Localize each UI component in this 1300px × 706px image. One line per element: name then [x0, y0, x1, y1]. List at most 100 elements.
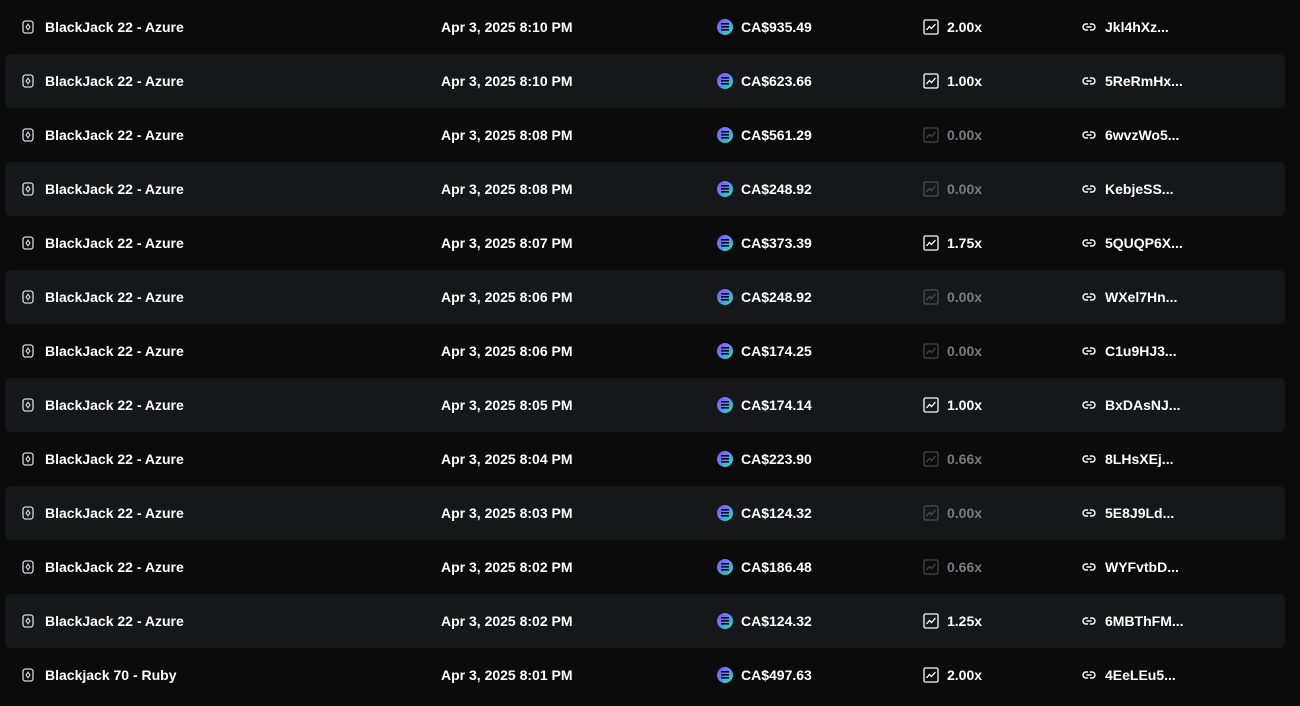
- bet-hash-link[interactable]: 4EeLEu5...: [1105, 667, 1176, 683]
- table-row[interactable]: BlackJack 22 - Azure Apr 3, 2025 8:06 PM C…: [5, 324, 1285, 378]
- link-icon: [1081, 73, 1097, 89]
- date-cell: Apr 3, 2025 8:01 PM: [441, 648, 573, 702]
- game-name: BlackJack 22 - Azure: [45, 73, 184, 89]
- hash-cell[interactable]: 5QUQP6X...: [1081, 216, 1183, 270]
- table-row[interactable]: BlackJack 22 - Azure Apr 3, 2025 8:05 PM C…: [5, 378, 1285, 432]
- bet-amount: CA$174.25: [741, 343, 812, 359]
- amount-cell: CA$497.63: [717, 648, 812, 702]
- chart-trend-icon: [923, 235, 939, 251]
- multiplier-value: 1.00x: [947, 397, 983, 413]
- table-row[interactable]: BlackJack 22 - Azure Apr 3, 2025 8:08 PM C…: [5, 108, 1285, 162]
- hash-cell[interactable]: 6MBThFM...: [1081, 594, 1184, 648]
- table-row[interactable]: Blackjack 70 - Ruby Apr 3, 2025 8:01 PM CA…: [5, 648, 1285, 702]
- hash-cell[interactable]: BxDAsNJ...: [1081, 378, 1180, 432]
- hash-cell[interactable]: Jkl4hXz...: [1081, 0, 1169, 54]
- bet-amount: CA$248.92: [741, 181, 812, 197]
- bet-hash-link[interactable]: 6MBThFM...: [1105, 613, 1184, 629]
- hash-cell[interactable]: 5E8J9Ld...: [1081, 486, 1174, 540]
- link-icon: [1081, 613, 1097, 629]
- bet-date: Apr 3, 2025 8:03 PM: [441, 505, 573, 521]
- game-card-icon: [21, 74, 35, 88]
- table-row[interactable]: BlackJack 22 - Azure Apr 3, 2025 8:06 PM C…: [5, 270, 1285, 324]
- multiplier-value: 1.25x: [947, 613, 983, 629]
- multiplier-value: 2.00x: [947, 19, 983, 35]
- bet-amount: CA$935.49: [741, 19, 812, 35]
- game-cell[interactable]: BlackJack 22 - Azure: [21, 432, 184, 486]
- multiplier-cell: 2.00x: [923, 0, 982, 54]
- table-row[interactable]: BlackJack 22 - Azure Apr 3, 2025 8:10 PM C…: [5, 54, 1285, 108]
- bet-amount: CA$248.92: [741, 289, 812, 305]
- chart-trend-icon: [923, 397, 939, 413]
- amount-cell: CA$174.14: [717, 378, 812, 432]
- hash-cell[interactable]: C1u9HJ3...: [1081, 324, 1177, 378]
- bet-hash-link[interactable]: 5E8J9Ld...: [1105, 505, 1174, 521]
- table-row[interactable]: BlackJack 22 - Azure Apr 3, 2025 8:04 PM C…: [5, 432, 1285, 486]
- bet-hash-link[interactable]: 8LHsXEj...: [1105, 451, 1173, 467]
- bet-hash-link[interactable]: Jkl4hXz...: [1105, 19, 1169, 35]
- chart-trend-icon: [923, 181, 939, 197]
- multiplier-cell: 0.00x: [923, 324, 982, 378]
- game-name: BlackJack 22 - Azure: [45, 451, 184, 467]
- date-cell: Apr 3, 2025 8:06 PM: [441, 324, 573, 378]
- game-cell[interactable]: BlackJack 22 - Azure: [21, 54, 184, 108]
- amount-cell: CA$174.25: [717, 324, 812, 378]
- link-icon: [1081, 505, 1097, 521]
- hash-cell[interactable]: 5ReRmHx...: [1081, 54, 1183, 108]
- bet-hash-link[interactable]: 5QUQP6X...: [1105, 235, 1183, 251]
- bet-hash-link[interactable]: WXel7Hn...: [1105, 289, 1177, 305]
- bet-hash-link[interactable]: KebjeSS...: [1105, 181, 1173, 197]
- chart-trend-icon: [923, 19, 939, 35]
- game-name: BlackJack 22 - Azure: [45, 559, 184, 575]
- game-card-icon: [21, 344, 35, 358]
- chart-trend-icon: [923, 343, 939, 359]
- bet-date: Apr 3, 2025 8:10 PM: [441, 19, 573, 35]
- multiplier-value: 0.00x: [947, 127, 983, 143]
- game-cell[interactable]: Blackjack 70 - Ruby: [21, 648, 177, 702]
- bet-hash-link[interactable]: 6wvzWo5...: [1105, 127, 1179, 143]
- bet-amount: CA$174.14: [741, 397, 812, 413]
- table-row[interactable]: BlackJack 22 - Azure Apr 3, 2025 8:07 PM C…: [5, 216, 1285, 270]
- solana-coin-icon: [717, 397, 733, 413]
- table-row[interactable]: BlackJack 22 - Azure Apr 3, 2025 8:02 PM C…: [5, 540, 1285, 594]
- bet-hash-link[interactable]: C1u9HJ3...: [1105, 343, 1177, 359]
- solana-coin-icon: [717, 235, 733, 251]
- game-card-icon: [21, 290, 35, 304]
- hash-cell[interactable]: WYFvtbD...: [1081, 540, 1179, 594]
- date-cell: Apr 3, 2025 8:04 PM: [441, 432, 573, 486]
- solana-coin-icon: [717, 343, 733, 359]
- solana-coin-icon: [717, 289, 733, 305]
- hash-cell[interactable]: 8LHsXEj...: [1081, 432, 1173, 486]
- amount-cell: CA$561.29: [717, 108, 812, 162]
- hash-cell[interactable]: KebjeSS...: [1081, 162, 1173, 216]
- game-cell[interactable]: BlackJack 22 - Azure: [21, 324, 184, 378]
- chart-trend-icon: [923, 289, 939, 305]
- table-row[interactable]: BlackJack 22 - Azure Apr 3, 2025 8:08 PM C…: [5, 162, 1285, 216]
- bet-hash-link[interactable]: BxDAsNJ...: [1105, 397, 1180, 413]
- amount-cell: CA$223.90: [717, 432, 812, 486]
- game-name: BlackJack 22 - Azure: [45, 181, 184, 197]
- hash-cell[interactable]: 6wvzWo5...: [1081, 108, 1179, 162]
- game-cell[interactable]: BlackJack 22 - Azure: [21, 162, 184, 216]
- link-icon: [1081, 559, 1097, 575]
- chart-trend-icon: [923, 127, 939, 143]
- table-row[interactable]: BlackJack 22 - Azure Apr 3, 2025 8:03 PM C…: [5, 486, 1285, 540]
- bet-amount: CA$124.32: [741, 613, 812, 629]
- table-row[interactable]: BlackJack 22 - Azure Apr 3, 2025 8:10 PM C…: [5, 0, 1285, 54]
- game-cell[interactable]: BlackJack 22 - Azure: [21, 540, 184, 594]
- bet-date: Apr 3, 2025 8:01 PM: [441, 667, 573, 683]
- game-cell[interactable]: BlackJack 22 - Azure: [21, 0, 184, 54]
- bet-hash-link[interactable]: 5ReRmHx...: [1105, 73, 1183, 89]
- game-cell[interactable]: BlackJack 22 - Azure: [21, 108, 184, 162]
- game-cell[interactable]: BlackJack 22 - Azure: [21, 216, 184, 270]
- game-cell[interactable]: BlackJack 22 - Azure: [21, 270, 184, 324]
- game-cell[interactable]: BlackJack 22 - Azure: [21, 594, 184, 648]
- hash-cell[interactable]: 4EeLEu5...: [1081, 648, 1176, 702]
- multiplier-value: 1.00x: [947, 73, 983, 89]
- bet-hash-link[interactable]: WYFvtbD...: [1105, 559, 1179, 575]
- game-card-icon: [21, 560, 35, 574]
- game-cell[interactable]: BlackJack 22 - Azure: [21, 378, 184, 432]
- game-cell[interactable]: BlackJack 22 - Azure: [21, 486, 184, 540]
- table-row[interactable]: BlackJack 22 - Azure Apr 3, 2025 8:02 PM C…: [5, 594, 1285, 648]
- game-card-icon: [21, 398, 35, 412]
- hash-cell[interactable]: WXel7Hn...: [1081, 270, 1177, 324]
